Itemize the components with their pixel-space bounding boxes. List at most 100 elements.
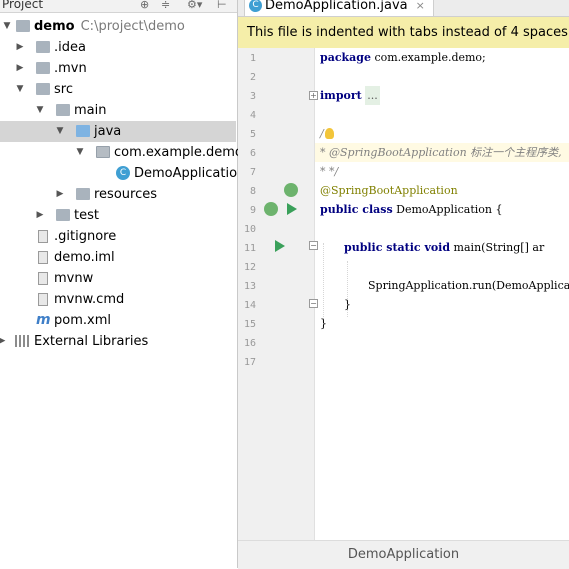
code-line-9[interactable]: @SpringBootApplication [315, 181, 569, 200]
comment: / [320, 127, 324, 140]
tree-item-demoapplication[interactable]: C DemoApplication [0, 163, 245, 184]
tree-item-label: pom.xml [54, 313, 111, 328]
line-number: 7 [249, 167, 256, 178]
chevron-down-icon[interactable]: ▼ [54, 121, 66, 142]
code-line-8[interactable]: * */ [315, 162, 569, 181]
maven-icon: m [36, 312, 51, 328]
keyword: public static void [344, 241, 451, 254]
code-text: } [344, 298, 351, 311]
run-icon[interactable] [275, 240, 285, 252]
line-number: 13 [243, 281, 256, 292]
tree-item-label: .mvn [54, 61, 87, 76]
code-line-14[interactable]: SpringApplication.run(DemoApplicat [315, 276, 569, 295]
tree-item-mvnw[interactable]: mvnw [0, 268, 236, 289]
tree-item-java[interactable]: ▼ java [0, 121, 236, 142]
tree-item-label: mvnw [54, 271, 94, 286]
tree-item-label: src [54, 82, 73, 97]
line-number: 4 [249, 110, 256, 121]
tree-item-label: External Libraries [34, 334, 149, 349]
tree-item-test[interactable]: ▶ test [0, 205, 236, 226]
file-icon [38, 293, 48, 306]
run-icon[interactable] [287, 203, 297, 215]
code-line-1[interactable]: package com.example.demo; [315, 48, 569, 67]
code-line-10[interactable]: public class DemoApplication { [315, 200, 569, 219]
tree-item-package[interactable]: ▼ com.example.demo [0, 142, 243, 163]
close-icon[interactable]: × [416, 0, 425, 12]
tree-item-external-libraries[interactable]: ▶ External Libraries [0, 331, 236, 352]
line-number: 11 [243, 243, 256, 254]
chevron-down-icon[interactable]: ▼ [34, 100, 46, 121]
project-toolbar: Project ⊕ ≑ ⚙▾ ⊢ [0, 0, 237, 13]
chevron-right-icon[interactable]: ▶ [34, 205, 46, 226]
code-area[interactable]: package com.example.demo; import ... / *… [315, 48, 569, 540]
tree-item-label: com.example.demo [114, 145, 243, 160]
module-folder-icon [16, 20, 30, 32]
code-line-6[interactable]: / [315, 124, 569, 143]
tree-item-label: main [74, 103, 107, 118]
tree-item-src[interactable]: ▼ src [0, 79, 236, 100]
gear-icon[interactable]: ⚙▾ [187, 0, 202, 11]
line-number: 9 [249, 205, 256, 216]
hide-panel-icon[interactable]: ⊢ [217, 0, 227, 11]
library-icon [15, 335, 29, 347]
file-icon [38, 272, 48, 285]
code-line-3[interactable]: import ... [315, 86, 569, 105]
editor: C DemoApplication.java × This file is ind… [238, 0, 569, 569]
tab-demoapplication[interactable]: C DemoApplication.java × [244, 0, 434, 16]
lightbulb-icon[interactable] [324, 128, 334, 139]
folder-icon [36, 83, 50, 95]
line-number: 12 [243, 262, 256, 273]
folded-imports[interactable]: ... [365, 86, 380, 105]
project-panel-title[interactable]: Project [2, 0, 43, 11]
chevron-right-icon[interactable]: ▶ [14, 58, 26, 79]
tree-item-label: .gitignore [54, 229, 117, 244]
code-line-16[interactable]: } [315, 314, 569, 333]
code-text: main(String[] ar [450, 241, 545, 254]
chevron-right-icon[interactable]: ▶ [14, 37, 26, 58]
tree-item-main[interactable]: ▼ main [0, 100, 236, 121]
line-number: 17 [243, 357, 256, 368]
line-number: 14 [243, 300, 256, 311]
file-icon [38, 230, 48, 243]
resources-folder-icon [76, 188, 90, 200]
target-icon[interactable]: ⊕ [140, 0, 149, 11]
chevron-down-icon[interactable]: ▼ [14, 79, 26, 100]
collapse-icon[interactable]: ≑ [161, 0, 170, 11]
tree-item-mvnw-cmd[interactable]: mvnw.cmd [0, 289, 236, 310]
comment: * @SpringBootApplication 标注一个主程序类, [320, 146, 562, 159]
tree-item-label: java [94, 124, 122, 139]
tree-item-gitignore[interactable]: .gitignore [0, 226, 236, 247]
comment: * */ [320, 165, 339, 178]
folder-icon [56, 209, 70, 221]
spring-bean-icon[interactable] [264, 202, 278, 216]
breadcrumb[interactable]: DemoApplication [348, 547, 459, 562]
chevron-down-icon[interactable]: ▼ [74, 142, 86, 163]
tree-item-demo-iml[interactable]: demo.iml [0, 247, 236, 268]
tree-item-resources[interactable]: ▶ resources [0, 184, 236, 205]
chevron-down-icon[interactable]: ▼ [1, 16, 13, 37]
tree-item-label: test [74, 208, 99, 223]
code-line-7[interactable]: * @SpringBootApplication 标注一个主程序类, [315, 143, 569, 162]
code-line-15[interactable]: } [315, 295, 569, 314]
line-number: 3 [249, 91, 256, 102]
chevron-right-icon[interactable]: ▶ [54, 184, 66, 205]
tree-item-label: .idea [54, 40, 86, 55]
code-line-12[interactable]: public static void main(String[] ar [315, 238, 569, 257]
keyword: package [320, 51, 371, 64]
tree-item-demo[interactable]: ▼ demo C:\project\demo [0, 16, 236, 37]
tree-item-label: resources [94, 187, 158, 202]
tree-item-idea[interactable]: ▶ .idea [0, 37, 236, 58]
tree-item-mvn[interactable]: ▶ .mvn [0, 58, 236, 79]
chevron-right-icon[interactable]: ▶ [0, 331, 8, 352]
tree-item-pom[interactable]: m pom.xml [0, 310, 236, 331]
line-number: 10 [243, 224, 256, 235]
editor-tab-bar: C DemoApplication.java × [238, 0, 569, 17]
tree-item-label: demo [34, 19, 75, 34]
spring-bean-icon[interactable] [284, 183, 298, 197]
project-path: C:\project\demo [80, 19, 185, 34]
file-icon [38, 251, 48, 264]
line-number: 8 [249, 186, 256, 197]
folder-icon [36, 41, 50, 53]
line-number: 16 [243, 338, 256, 349]
package-icon [96, 146, 110, 158]
